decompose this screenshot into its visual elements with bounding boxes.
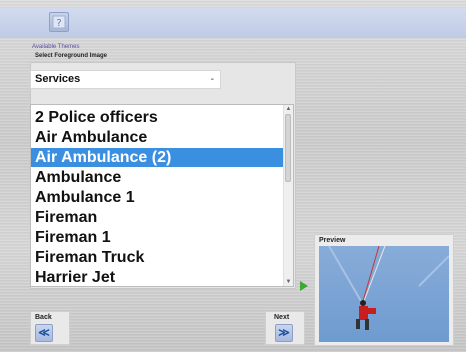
list-item[interactable]: Fireman (31, 208, 284, 227)
next-button[interactable]: Next ≫ (265, 311, 305, 345)
list-item[interactable]: Fireman Truck (31, 248, 284, 267)
list-item[interactable]: Ambulance 1 (31, 188, 284, 207)
dropdown-arrow-icon[interactable]: - (211, 73, 214, 87)
list-item[interactable]: Air Ambulance (31, 128, 284, 147)
list-scrollbar[interactable]: ▲ ▼ (283, 105, 293, 286)
back-arrow-icon[interactable]: ≪ (35, 324, 53, 342)
scroll-down-icon[interactable]: ▼ (284, 278, 293, 286)
help-icon: ? (52, 15, 66, 29)
help-button[interactable]: ? (49, 12, 69, 32)
back-button[interactable]: Back ≪ (30, 311, 70, 345)
foreground-image-list[interactable]: 2 Police officers Air Ambulance Air Ambula… (30, 104, 294, 287)
list-item[interactable]: 2 Police officers (31, 108, 284, 127)
list-item[interactable]: Ambulance (31, 168, 284, 187)
select-foreground-label: Select Foreground Image (35, 53, 108, 59)
next-label: Next (274, 314, 290, 321)
back-label: Back (35, 314, 52, 321)
preview-image (319, 246, 449, 342)
list-item[interactable]: Harrier Jet (31, 268, 284, 286)
list-item[interactable]: Air Ambulance (2) (31, 148, 284, 167)
top-toolbar: ? (0, 8, 466, 38)
scroll-thumb[interactable] (285, 114, 291, 182)
list-item[interactable]: Fireman 1 (31, 228, 284, 247)
play-arrow-icon[interactable] (300, 281, 308, 291)
scroll-up-icon[interactable]: ▲ (284, 105, 293, 113)
available-themes-label: Available Themes (32, 44, 80, 50)
category-dropdown[interactable]: Services - (30, 70, 221, 89)
next-arrow-icon[interactable]: ≫ (275, 324, 293, 342)
dropdown-selected-value: Services (35, 73, 81, 85)
preview-panel: Preview (314, 234, 454, 346)
preview-label: Preview (319, 237, 346, 244)
svg-text:?: ? (56, 18, 61, 29)
